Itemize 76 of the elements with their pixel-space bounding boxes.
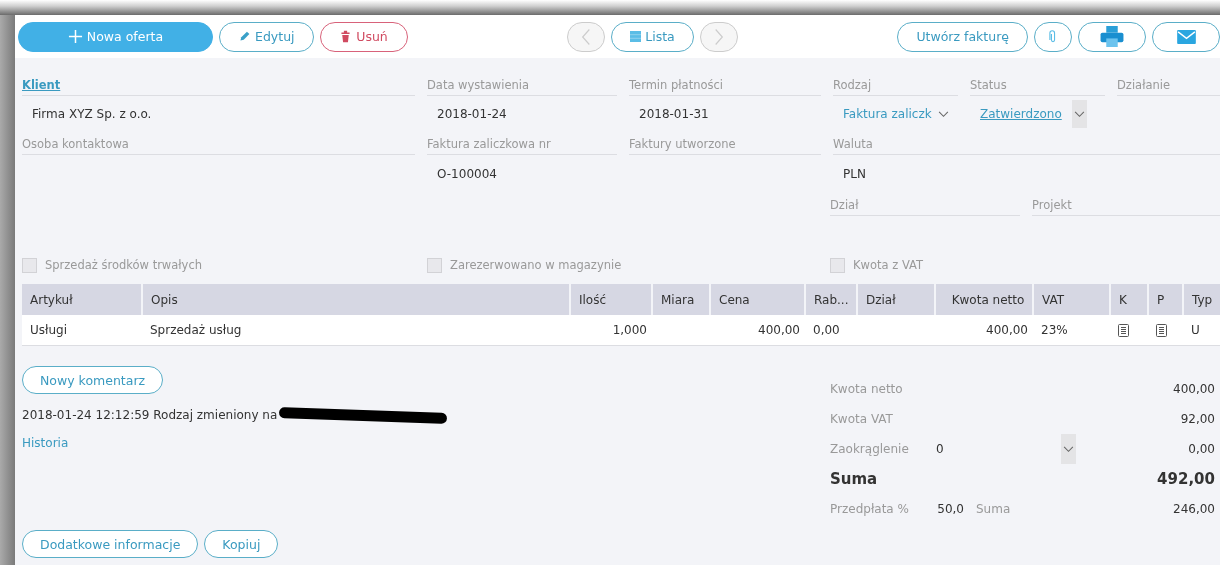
- field-label: Waluta: [833, 132, 1220, 155]
- chevron-left-icon: [581, 27, 592, 46]
- chevron-down-icon: [937, 110, 949, 118]
- table-cell: Usługi: [22, 315, 142, 346]
- total-label: Kwota netto: [830, 382, 904, 396]
- printer-icon: [1100, 26, 1124, 47]
- checkbox-label: Zarezerwowano w magazynie: [450, 258, 622, 272]
- column-header[interactable]: P: [1148, 284, 1183, 315]
- table-cell: Sprzedaż usług: [142, 315, 570, 346]
- column-header[interactable]: Artykuł: [22, 284, 142, 315]
- total-value: 246,00: [1173, 502, 1215, 516]
- checkbox[interactable]: [427, 257, 442, 273]
- total-value: 400,00: [1173, 382, 1215, 396]
- field-label: Działanie: [1117, 73, 1220, 96]
- table-cell: 23%: [1033, 315, 1110, 346]
- field-label: Rodzaj: [833, 73, 958, 96]
- total-value: 92,00: [1180, 412, 1215, 426]
- checkbox-label: Kwota z VAT: [853, 258, 924, 272]
- total-value: 492,00: [1157, 470, 1215, 488]
- column-header[interactable]: Kwota netto: [935, 284, 1033, 315]
- table-cell: 400,00: [935, 315, 1033, 346]
- field-value: 2018-01-24: [437, 107, 507, 121]
- column-header[interactable]: K: [1110, 284, 1148, 315]
- field-label: Faktura zaliczkowa nr: [427, 132, 617, 155]
- field-value: Firma XYZ Sp. z o.o.: [32, 107, 152, 121]
- total-label: Kwota VAT: [830, 412, 894, 426]
- trash-icon: [339, 30, 353, 43]
- column-header[interactable]: Opis: [142, 284, 570, 315]
- chevron-down-icon: [1073, 110, 1085, 118]
- delete-button[interactable]: Usuń: [319, 21, 408, 52]
- chevron-down-icon: [1063, 445, 1074, 453]
- print-button[interactable]: [1078, 21, 1146, 52]
- checkbox[interactable]: [830, 257, 845, 273]
- list-icon: [630, 31, 642, 42]
- checkbox[interactable]: [22, 257, 37, 273]
- total-label: Przedpłata %: [830, 502, 910, 516]
- total-label: Suma: [976, 502, 1011, 516]
- field-label: Osoba kontaktowa: [22, 132, 415, 155]
- paperclip-icon: [1049, 29, 1057, 44]
- table-cell: 400,00: [710, 315, 805, 346]
- field-label: Dział: [830, 193, 1020, 216]
- document-icon: [1156, 323, 1167, 337]
- field-label: Data wystawienia: [427, 73, 617, 96]
- rounding-value[interactable]: 0: [936, 442, 1061, 456]
- envelope-icon: [1176, 29, 1196, 44]
- field-label: Projekt: [1032, 193, 1220, 216]
- field-label: Status: [970, 73, 1105, 96]
- total-label: Zaokrąglenie: [830, 442, 910, 456]
- email-button[interactable]: [1152, 21, 1220, 52]
- total-value: 0,00: [1188, 442, 1215, 456]
- column-header[interactable]: Typ: [1183, 284, 1220, 315]
- column-header[interactable]: Ilość: [570, 284, 652, 315]
- column-header[interactable]: VAT: [1033, 284, 1110, 315]
- comment-text: 2018-01-24 12:12:59 Rodzaj zmieniony na: [22, 408, 278, 422]
- pencil-icon: [238, 30, 251, 43]
- table-cell: 1,000: [570, 315, 652, 346]
- field-label: Faktury utworzone: [629, 132, 821, 155]
- prepayment-value[interactable]: 50,0: [930, 502, 964, 516]
- dropdown-button[interactable]: [1061, 434, 1076, 464]
- field-label: Termin płatności: [629, 73, 821, 96]
- column-header[interactable]: Cena: [710, 284, 805, 315]
- field-value: O-100004: [437, 167, 497, 181]
- document-icon: [1118, 323, 1129, 337]
- attachment-button[interactable]: [1034, 21, 1072, 52]
- column-header[interactable]: Rab...: [805, 284, 857, 315]
- total-label: Suma: [830, 470, 879, 488]
- column-header[interactable]: Dział: [857, 284, 935, 315]
- chevron-right-icon: [713, 27, 724, 46]
- table-cell: U: [1183, 315, 1220, 346]
- plus-icon: [67, 29, 83, 44]
- dropdown-button[interactable]: [1071, 100, 1087, 128]
- field-value: PLN: [843, 167, 866, 181]
- column-header[interactable]: Miara: [652, 284, 710, 315]
- checkbox-label: Sprzedaż środków trwałych: [45, 258, 202, 272]
- table-cell: 0,00: [805, 315, 857, 346]
- field-value: 2018-01-31: [639, 107, 709, 121]
